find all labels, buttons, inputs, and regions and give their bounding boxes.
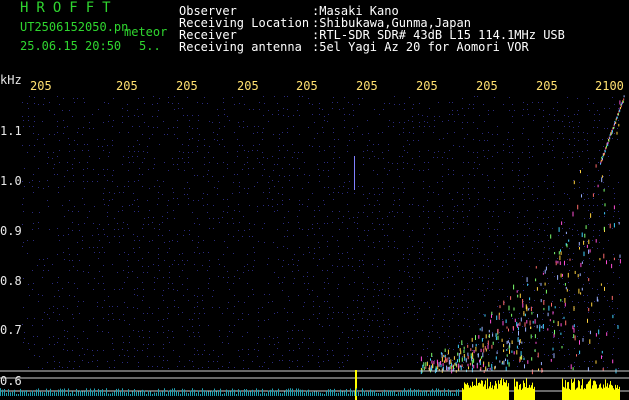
y-tick: 1.0	[0, 174, 22, 188]
top-tick: 2100	[595, 79, 624, 93]
filename: UT2506152050.pn	[20, 20, 129, 34]
top-tick: 205	[116, 79, 138, 93]
y-tick: 0.8	[0, 274, 22, 288]
top-tick: 205	[176, 79, 198, 93]
bottom-yellow-band	[0, 370, 620, 400]
meteor-tag: meteor	[124, 25, 168, 39]
antenna-value: :5el Yagi Az 20 for Aomori VOR	[312, 40, 529, 54]
y-tick: 0.6	[0, 374, 22, 388]
app-title: HROFFT	[20, 0, 119, 16]
y-tick: 1.1	[0, 124, 22, 138]
y-unit-label: kHz	[0, 73, 22, 87]
top-tick: 205	[237, 79, 259, 93]
top-tick: 205	[536, 79, 558, 93]
top-tick: 205	[296, 79, 318, 93]
top-tick: 205	[416, 79, 438, 93]
y-tick: 0.9	[0, 224, 22, 238]
datetime: 25.06.15 20:50	[20, 39, 122, 53]
antenna-label: Receiving antenna	[179, 40, 302, 54]
top-tick: 205	[356, 79, 378, 93]
y-tick: 0.7	[0, 323, 22, 337]
small-value: 5..	[139, 39, 161, 53]
top-tick: 205	[30, 79, 52, 93]
spectrogram-plot	[0, 95, 629, 400]
top-tick: 205	[476, 79, 498, 93]
